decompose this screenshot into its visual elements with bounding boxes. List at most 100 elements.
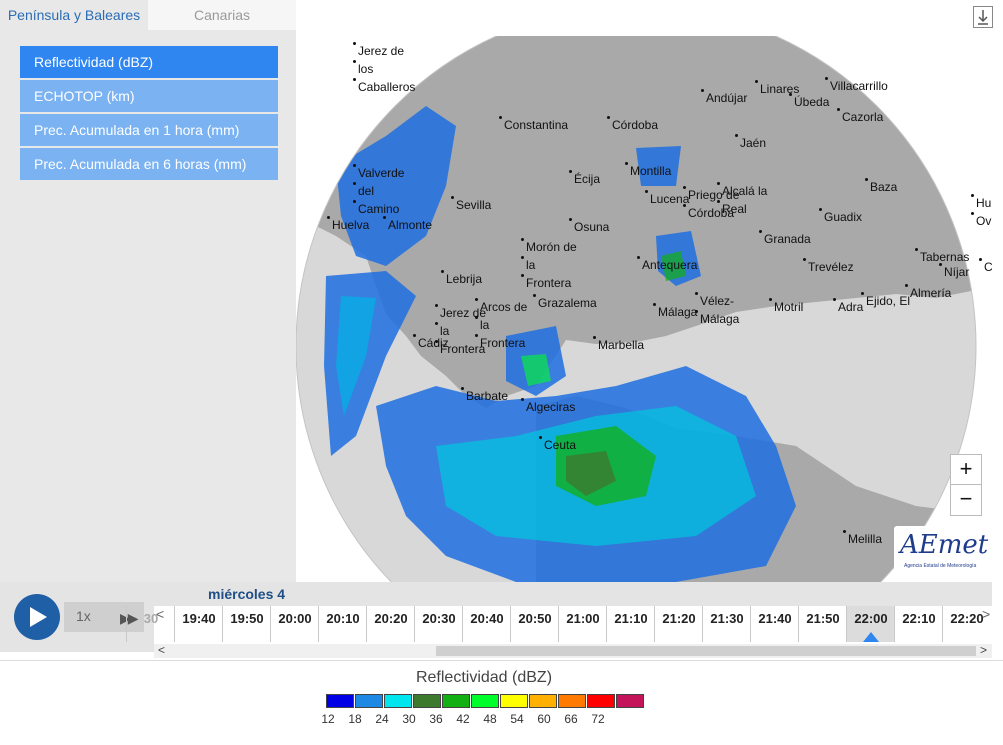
time-step[interactable]: 21:50 — [798, 606, 847, 642]
city-label: Adra — [832, 298, 864, 314]
time-step[interactable]: 22:00 — [846, 606, 895, 642]
legend-tick: 18 — [348, 712, 362, 726]
day-header: miércoles 4 — [154, 582, 992, 606]
city-label: Almería — [904, 284, 952, 300]
city-label: Málaga — [694, 310, 740, 326]
legend-swatch — [500, 694, 528, 708]
legend-swatch — [471, 694, 499, 708]
city-label: Cazorla — [836, 108, 884, 124]
legend-title: Reflectividad (dBZ) — [415, 669, 553, 686]
city-label: Andújar — [700, 89, 748, 105]
city-label: Caballeros — [352, 78, 416, 94]
time-step[interactable]: 20:30 — [414, 606, 463, 642]
city-label: Guadix — [818, 208, 863, 224]
scroll-left-arrow[interactable]: < — [158, 643, 165, 657]
legend-swatch — [529, 694, 557, 708]
legend-tick: 54 — [510, 712, 524, 726]
time-step[interactable]: 20:50 — [510, 606, 559, 642]
time-step[interactable]: 19:50 — [222, 606, 271, 642]
legend-swatch — [326, 694, 354, 708]
product-reflectividad[interactable]: Reflectividad (dBZ) — [20, 46, 278, 78]
region-tabs: Península y Baleares Canarias — [0, 0, 296, 30]
city-label: Villacarrillo — [825, 77, 888, 93]
scroll-thumb[interactable] — [436, 646, 976, 656]
legend-tick: 66 — [564, 712, 578, 726]
city-label: Lucena — [644, 190, 690, 206]
legend-swatch — [442, 694, 470, 708]
time-step[interactable]: 22:10 — [894, 606, 943, 642]
legend-swatch — [384, 694, 412, 708]
time-step[interactable]: 19:40 — [174, 606, 223, 642]
legend-tick: 42 — [456, 712, 470, 726]
product-panel: Reflectividad (dBZ) ECHOTOP (km) Prec. A… — [0, 30, 296, 582]
city-label: Constantina — [498, 116, 569, 132]
city-label: Trevélez — [803, 258, 854, 274]
timeline-prev-arrow[interactable]: < — [156, 606, 164, 622]
download-button[interactable] — [973, 6, 993, 28]
time-step[interactable]: 21:20 — [654, 606, 703, 642]
time-step[interactable]: 21:00 — [558, 606, 607, 642]
city-label: Valverde — [352, 164, 405, 180]
play-button[interactable] — [14, 594, 60, 640]
city-label: C — [979, 258, 993, 274]
legend-swatch — [355, 694, 383, 708]
product-echotop[interactable]: ECHOTOP (km) — [20, 80, 278, 112]
time-step[interactable]: 21:40 — [750, 606, 799, 642]
legend-tick: 60 — [537, 712, 551, 726]
city-label: Baza — [864, 178, 898, 194]
legend-tick: 30 — [402, 712, 416, 726]
city-label: Córdoba — [606, 116, 659, 132]
logo-text: AEmet — [900, 530, 989, 560]
legend-tick: 12 — [321, 712, 335, 726]
radar-map[interactable]: Jerez de los Caballeros Andújar Linares … — [296, 36, 996, 582]
legend-tick: 72 — [591, 712, 605, 726]
city-label: Barbate — [460, 387, 509, 403]
city-label: Arcos de — [474, 298, 528, 314]
city-label: Algeciras — [520, 398, 576, 414]
tab-canarias[interactable]: Canarias — [148, 0, 296, 30]
product-prec-1h[interactable]: Prec. Acumulada en 1 hora (mm) — [20, 114, 278, 146]
city-label: Almonte — [382, 216, 433, 232]
city-label: Camino — [352, 200, 400, 216]
zoom-in-button[interactable]: + — [950, 454, 982, 486]
city-label: Frontera — [474, 334, 526, 350]
time-step[interactable]: 30 — [126, 606, 175, 642]
city-label: Montilla — [624, 162, 672, 178]
time-step[interactable]: 20:00 — [270, 606, 319, 642]
city-label: Huelva — [326, 216, 370, 232]
time-step[interactable]: 20:10 — [318, 606, 367, 642]
city-label: Cádiz — [413, 334, 449, 350]
legend-swatches — [326, 694, 645, 708]
timeline-next-arrow[interactable]: > — [982, 606, 990, 622]
time-step[interactable]: 21:10 — [606, 606, 655, 642]
city-label: Lebrija — [440, 270, 483, 286]
city-label: Níjar — [938, 263, 970, 279]
legend-swatch — [616, 694, 644, 708]
legend-swatch — [587, 694, 615, 708]
logo-subtitle: Agencia Estatal de Meteorología — [904, 563, 977, 569]
city-label: Hu — [970, 194, 992, 210]
time-step[interactable]: 21:30 — [702, 606, 751, 642]
city-label: Frontera — [520, 274, 572, 290]
legend-tick: 48 — [483, 712, 497, 726]
tab-peninsula-baleares[interactable]: Península y Baleares — [0, 0, 148, 30]
product-prec-6h[interactable]: Prec. Acumulada en 6 horas (mm) — [20, 148, 278, 180]
play-icon — [30, 607, 47, 627]
time-step[interactable]: 20:40 — [462, 606, 511, 642]
city-label: Marbella — [592, 336, 645, 352]
speed-label: 1x — [76, 608, 91, 624]
city-label: Ov — [970, 212, 992, 228]
city-label: Melilla — [842, 530, 883, 546]
city-label: Alcalá la — [716, 182, 768, 198]
time-steps: 30 19:40 19:50 20:00 20:10 20:20 20:30 20:40 20:… — [126, 606, 992, 644]
scroll-right-arrow[interactable]: > — [980, 643, 987, 657]
city-label: Granada — [759, 230, 811, 246]
timeline: miércoles 4 30 19:40 19:50 20:00 20:10 20:20 2… — [126, 582, 992, 644]
city-label: Jerez de — [434, 304, 487, 320]
timeline-scrollbar[interactable]: < > — [154, 643, 992, 658]
product-list: Reflectividad (dBZ) ECHOTOP (km) Prec. A… — [20, 46, 278, 182]
time-step[interactable]: 20:20 — [366, 606, 415, 642]
legend-ticks: 12 18 24 30 36 42 48 54 60 66 72 — [314, 712, 674, 728]
city-label: Jerez de — [352, 42, 405, 58]
zoom-out-button[interactable]: − — [950, 484, 982, 516]
